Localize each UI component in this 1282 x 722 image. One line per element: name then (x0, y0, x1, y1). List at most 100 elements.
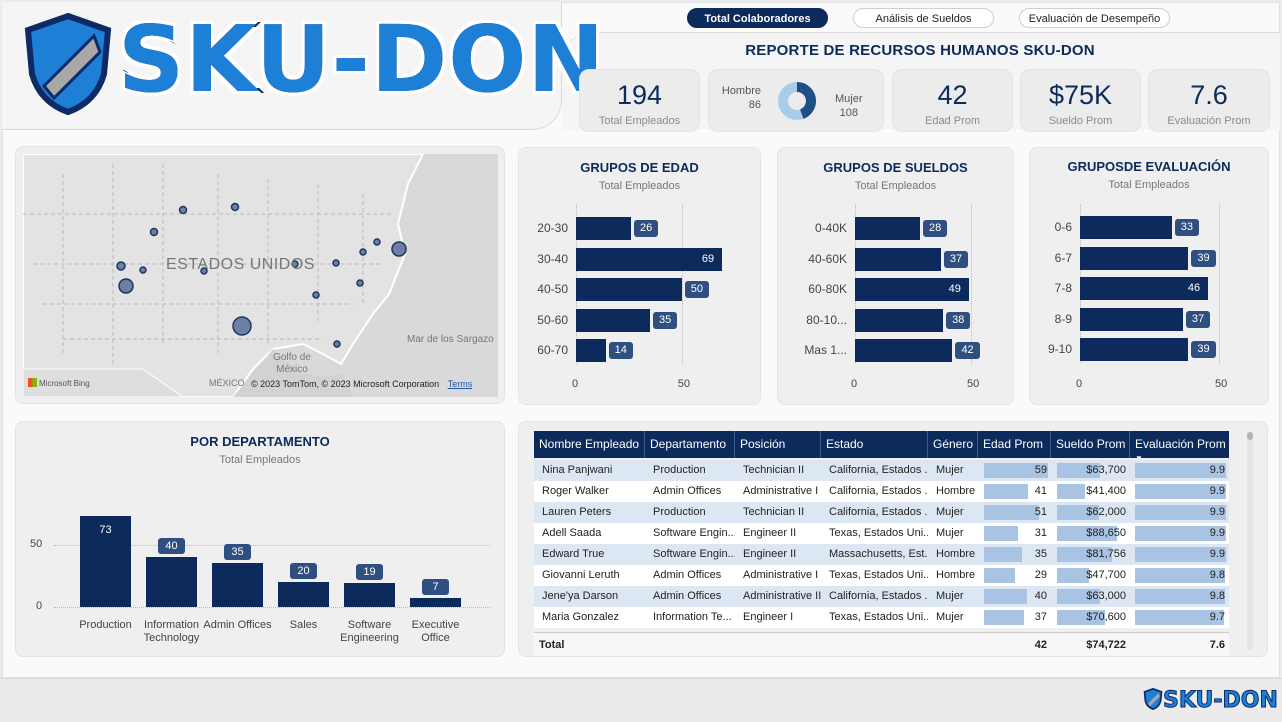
cell-dept: Production (653, 464, 706, 476)
map-country-label: ESTADOS UNIDOS (166, 256, 315, 273)
map-terms-link[interactable]: Terms (448, 379, 473, 389)
cell-eval: 9.9 (1209, 485, 1225, 497)
data-label: 37 (1185, 310, 1211, 328)
gridline (54, 607, 490, 608)
bar (146, 557, 197, 607)
kpi-gender-donut: Hombre 86 Mujer 108 (708, 69, 884, 132)
data-label: 40 (158, 538, 185, 554)
total-eval: 7.6 (1209, 639, 1225, 651)
col-header-dept[interactable]: Departamento (645, 431, 735, 458)
cell-pos: Engineer II (743, 548, 797, 560)
cell-age: 51 (1034, 506, 1047, 518)
footer-logo: SKU-DON (1143, 688, 1278, 714)
map-canvas (23, 154, 498, 397)
cell-eval: 9.8 (1209, 569, 1225, 581)
cell-dept: Information Te... (653, 611, 732, 623)
data-label: 46 (1187, 282, 1201, 294)
data-label: 39 (1191, 341, 1216, 358)
cell-dept: Software Engin... (653, 548, 735, 560)
col-header-position[interactable]: Posición (735, 431, 821, 458)
table-scrollbar-thumb[interactable] (1247, 432, 1253, 440)
table-row[interactable]: Jene'ya Darson Admin Offices Administrativ… (534, 586, 1229, 607)
cell-age: 40 (1034, 590, 1047, 602)
chart-title: POR DEPARTAMENTO (190, 434, 330, 449)
total-age: 42 (1034, 639, 1047, 651)
salary-groups-panel: GRUPOS DE SUELDOS Total Empleados 0 50 0-4… (777, 147, 1014, 405)
bar (576, 278, 682, 301)
table-row[interactable]: Roger Walker Admin Offices Administrative … (534, 481, 1229, 502)
tab-evaluacion-desempeno[interactable]: Evaluación de Desempeño (1019, 8, 1170, 28)
table-row[interactable]: Adell Saada Software Engin... Engineer II T… (534, 523, 1229, 544)
kpi-avg-salary: $75K Sueldo Prom (1020, 69, 1141, 132)
table-row[interactable]: Nina Panjwani Production Technician II Cali… (534, 460, 1229, 481)
cell-state: California, Estados ... (829, 590, 928, 602)
cell-gender: Hombre (936, 485, 976, 497)
map-gulf-label: Golfo de México (273, 352, 311, 375)
kpi-avg-age: 42 Edad Prom (892, 69, 1013, 132)
kpi-label: Total Empleados (598, 115, 681, 127)
axis-tick-label: 0 (1076, 378, 1083, 390)
cell-name: Nina Panjwani (542, 464, 613, 476)
bar (1080, 216, 1172, 239)
bing-attribution: Microsoft Bing (28, 378, 90, 388)
cell-pos: Administrative I (743, 485, 819, 497)
category-label: 20-30 (537, 221, 568, 235)
data-label: 49 (948, 283, 961, 295)
table-scrollbar[interactable] (1247, 432, 1253, 650)
bar (576, 308, 650, 332)
gender-male-value: 86 (748, 99, 761, 111)
data-label: 35 (224, 544, 251, 561)
col-header-state[interactable]: Estado (821, 431, 928, 458)
cell-salary: $62,000 (1086, 506, 1126, 518)
cell-salary: $41,400 (1086, 485, 1126, 497)
bar (212, 563, 263, 607)
kpi-value: 7.6 (1190, 80, 1228, 110)
data-label: 26 (633, 220, 659, 237)
category-label: 40-60K (808, 251, 847, 266)
bar (576, 339, 606, 362)
tab-analisis-sueldos[interactable]: Análisis de Sueldos (853, 8, 994, 28)
cell-dept: Admin Offices (653, 569, 722, 581)
col-header-eval[interactable]: Evaluación Prom ▼ (1130, 431, 1229, 458)
col-header-gender[interactable]: Género (928, 431, 978, 458)
table-row[interactable]: Edward True Software Engin... Engineer II M… (534, 544, 1229, 565)
cell-state: Texas, Estados Uni... (829, 527, 928, 539)
table-row[interactable]: Lauren Peters Production Technician II Cali… (534, 502, 1229, 523)
cell-age: 31 (1034, 527, 1047, 539)
col-header-eval-label: Evaluación Prom (1135, 437, 1226, 451)
chart-subtitle: Total Empleados (1108, 179, 1190, 191)
cell-state: California, Estados ... (829, 485, 928, 497)
table-row[interactable]: Giovanni Leruth Admin Offices Administrati… (534, 565, 1229, 586)
brand-logo-text: SKU-DON (116, 6, 606, 113)
chart-title: GRUPOS DE EDAD (580, 160, 699, 175)
cell-eval: 9.9 (1209, 506, 1225, 518)
cell-pos: Engineer II (743, 527, 797, 539)
col-header-name[interactable]: Nombre Empleado (534, 431, 645, 458)
cell-age: 35 (1034, 548, 1047, 560)
cell-age: 59 (1034, 464, 1047, 476)
axis-tick-label: 50 (1215, 378, 1228, 390)
bing-label: Microsoft Bing (39, 379, 90, 388)
cell-pos: Technician II (743, 464, 805, 476)
age-groups-panel: GRUPOS DE EDAD Total Empleados 0 50 20-30 2… (518, 147, 761, 405)
category-label: 7-8 (1054, 281, 1072, 295)
bar (855, 308, 944, 332)
cell-dept: Software Engin... (653, 527, 735, 539)
cell-salary: $47,700 (1086, 569, 1126, 581)
table-row[interactable]: Maria Gonzalez Information Te... Engineer … (534, 607, 1229, 628)
chart-title: GRUPOS DE SUELDOS (823, 160, 968, 175)
us-map[interactable]: ESTADOS UNIDOS Golfo de México Mar de lo… (23, 154, 498, 397)
dashboard: SKU-DON Total Colaboradores Análisis de … (0, 0, 1282, 722)
axis-tick-label: 50 (30, 537, 43, 550)
cell-name: Adell Saada (542, 527, 602, 539)
col-header-age[interactable]: Edad Prom (978, 431, 1051, 458)
cell-salary: $63,000 (1086, 590, 1126, 602)
data-label: 73 (99, 523, 112, 536)
cell-gender: Hombre (936, 548, 976, 560)
col-header-salary[interactable]: Sueldo Prom (1051, 431, 1130, 458)
axis-tick-label: 0 (851, 378, 858, 390)
microsoft-logo-icon (28, 378, 37, 387)
category-label: Executive Office (411, 619, 460, 644)
tab-total-colaboradores[interactable]: Total Colaboradores (687, 8, 828, 28)
map-mexico-label: MÉXICO (209, 378, 245, 388)
